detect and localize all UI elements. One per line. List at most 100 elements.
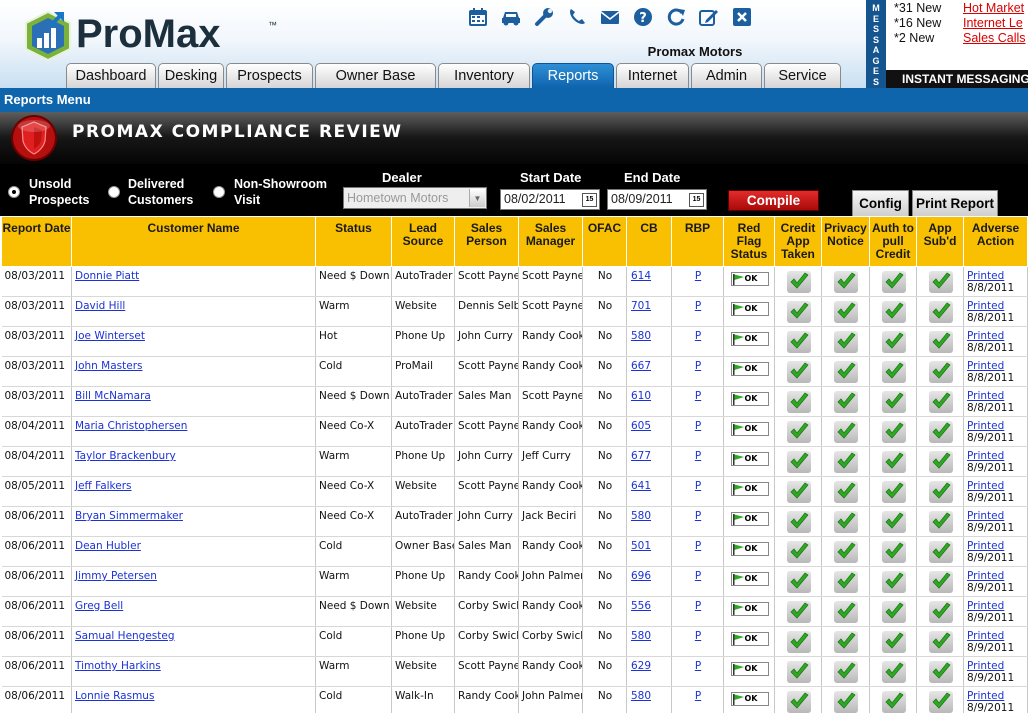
credit-score-link[interactable]: 580: [631, 690, 651, 702]
column-header-privacy[interactable]: Privacy Notice: [821, 216, 870, 267]
checkmark-icon[interactable]: [928, 271, 953, 293]
checkmark-icon[interactable]: [928, 331, 953, 353]
checkmark-icon[interactable]: [834, 421, 858, 443]
checkmark-icon[interactable]: [928, 631, 953, 653]
checkmark-icon[interactable]: [834, 541, 858, 563]
ok-flag-icon[interactable]: OK: [730, 542, 769, 556]
credit-score-link[interactable]: 614: [631, 270, 651, 282]
customer-name-link[interactable]: John Masters: [75, 360, 143, 372]
radio-delivered-customers[interactable]: [108, 186, 120, 198]
checkmark-icon[interactable]: [834, 691, 858, 713]
compile-button[interactable]: Compile: [728, 190, 819, 211]
checkmark-icon[interactable]: [786, 541, 811, 563]
checkmark-icon[interactable]: [834, 511, 858, 533]
rbp-link[interactable]: P: [695, 360, 701, 372]
adverse-action-printed-link[interactable]: Printed: [967, 480, 1025, 492]
credit-score-link[interactable]: 580: [631, 630, 651, 642]
checkmark-icon[interactable]: [786, 511, 811, 533]
ok-flag-icon[interactable]: OK: [730, 632, 769, 646]
credit-score-link[interactable]: 629: [631, 660, 651, 672]
adverse-action-printed-link[interactable]: Printed: [967, 420, 1025, 432]
column-header-rbp[interactable]: RBP: [671, 216, 724, 267]
radio-delivered-customers-label[interactable]: Delivered Customers: [128, 176, 193, 208]
checkmark-icon[interactable]: [928, 481, 953, 503]
rbp-link[interactable]: P: [695, 540, 701, 552]
checkmark-icon[interactable]: [881, 691, 906, 713]
adverse-action-printed-link[interactable]: Printed: [967, 510, 1025, 522]
ok-flag-icon[interactable]: OK: [730, 452, 769, 466]
tab-prospects[interactable]: Prospects: [226, 63, 313, 88]
radio-non-showroom-visit[interactable]: [213, 186, 225, 198]
column-header-name[interactable]: Customer Name: [71, 216, 316, 267]
checkmark-icon[interactable]: [928, 661, 953, 683]
customer-name-link[interactable]: Maria Christophersen: [75, 420, 187, 432]
checkmark-icon[interactable]: [834, 331, 858, 353]
checkmark-icon[interactable]: [786, 601, 811, 623]
customer-name-link[interactable]: Dean Hubler: [75, 540, 141, 552]
adverse-action-printed-link[interactable]: Printed: [967, 450, 1025, 462]
tab-admin[interactable]: Admin: [691, 63, 762, 88]
customer-name-link[interactable]: Bill McNamara: [75, 390, 151, 402]
adverse-action-printed-link[interactable]: Printed: [967, 600, 1025, 612]
rbp-link[interactable]: P: [695, 600, 701, 612]
radio-non-showroom-visit-label[interactable]: Non-Showroom Visit: [234, 176, 327, 208]
checkmark-icon[interactable]: [881, 571, 906, 593]
customer-name-link[interactable]: Bryan Simmermaker: [75, 510, 183, 522]
credit-score-link[interactable]: 556: [631, 600, 651, 612]
checkmark-icon[interactable]: [786, 301, 811, 323]
checkmark-icon[interactable]: [928, 451, 953, 473]
tab-inventory[interactable]: Inventory: [438, 63, 530, 88]
start-date-calendar-icon[interactable]: 15: [582, 193, 597, 207]
end-date-input[interactable]: 08/09/2011 15: [607, 189, 707, 210]
print-report-button[interactable]: Print Report: [912, 190, 998, 216]
tab-internet[interactable]: Internet: [616, 63, 689, 88]
credit-score-link[interactable]: 667: [631, 360, 651, 372]
adverse-action-printed-link[interactable]: Printed: [967, 360, 1025, 372]
chevron-down-icon[interactable]: ▼: [469, 189, 485, 207]
checkmark-icon[interactable]: [786, 571, 811, 593]
checkmark-icon[interactable]: [881, 481, 906, 503]
message-link[interactable]: Internet Le: [963, 16, 1023, 30]
ok-flag-icon[interactable]: OK: [730, 332, 769, 346]
checkmark-icon[interactable]: [881, 511, 906, 533]
checkmark-icon[interactable]: [928, 421, 953, 443]
ok-flag-icon[interactable]: OK: [730, 482, 769, 496]
checkmark-icon[interactable]: [786, 421, 811, 443]
credit-score-link[interactable]: 610: [631, 390, 651, 402]
checkmark-icon[interactable]: [786, 361, 811, 383]
adverse-action-printed-link[interactable]: Printed: [967, 540, 1025, 552]
ok-flag-icon[interactable]: OK: [730, 602, 769, 616]
dealer-select[interactable]: Hometown Motors ▼: [343, 187, 487, 209]
checkmark-icon[interactable]: [834, 391, 858, 413]
rbp-link[interactable]: P: [695, 300, 701, 312]
checkmark-icon[interactable]: [928, 511, 953, 533]
end-date-calendar-icon[interactable]: 15: [689, 193, 704, 207]
instant-messaging-bar[interactable]: INSTANT MESSAGING: [886, 70, 1028, 88]
rbp-link[interactable]: P: [695, 480, 701, 492]
checkmark-icon[interactable]: [786, 691, 811, 713]
checkmark-icon[interactable]: [834, 481, 858, 503]
column-header-redflag[interactable]: Red Flag Status: [723, 216, 775, 267]
column-header-auth[interactable]: Auth to pull Credit: [869, 216, 917, 267]
checkmark-icon[interactable]: [786, 391, 811, 413]
ok-flag-icon[interactable]: OK: [730, 272, 769, 286]
rbp-link[interactable]: P: [695, 510, 701, 522]
adverse-action-printed-link[interactable]: Printed: [967, 270, 1025, 282]
message-link[interactable]: Hot Market: [963, 1, 1024, 15]
checkmark-icon[interactable]: [834, 451, 858, 473]
tab-dashboard[interactable]: Dashboard: [66, 63, 156, 88]
checkmark-icon[interactable]: [834, 271, 858, 293]
ok-flag-icon[interactable]: OK: [730, 422, 769, 436]
column-header-credit[interactable]: Credit App Taken: [774, 216, 822, 267]
adverse-action-printed-link[interactable]: Printed: [967, 570, 1025, 582]
customer-name-link[interactable]: Jimmy Petersen: [75, 570, 157, 582]
checkmark-icon[interactable]: [881, 661, 906, 683]
customer-name-link[interactable]: Donnie Piatt: [75, 270, 139, 282]
credit-score-link[interactable]: 701: [631, 300, 651, 312]
customer-name-link[interactable]: Lonnie Rasmus: [75, 690, 154, 702]
credit-score-link[interactable]: 580: [631, 510, 651, 522]
start-date-input[interactable]: 08/02/2011 15: [500, 189, 600, 210]
checkmark-icon[interactable]: [834, 631, 858, 653]
ok-flag-icon[interactable]: OK: [730, 692, 769, 706]
rbp-link[interactable]: P: [695, 690, 701, 702]
